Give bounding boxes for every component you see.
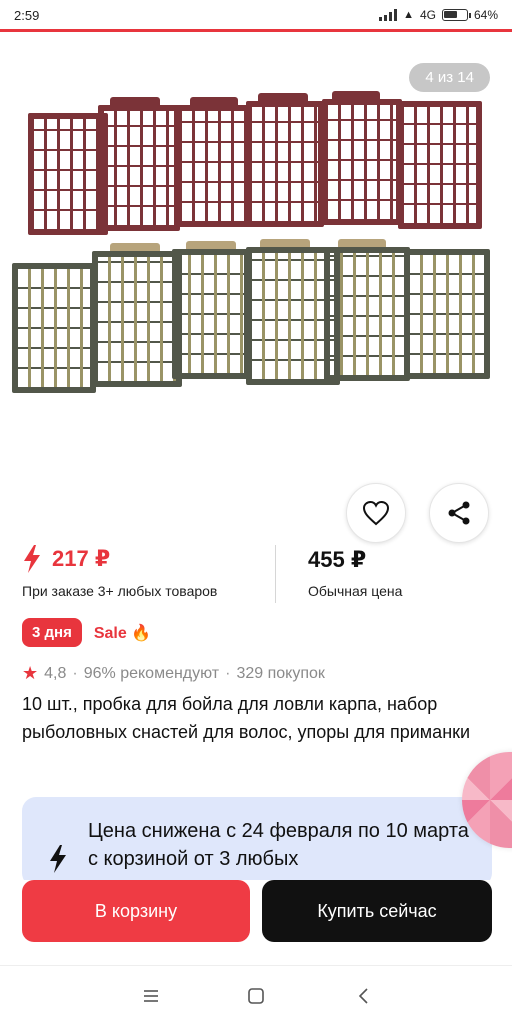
rig-card-red-2	[98, 105, 180, 231]
sale-price: 217 ₽	[22, 545, 110, 573]
add-to-cart-button[interactable]: В корзину	[22, 880, 250, 942]
purchases-text: 329 покупок	[236, 664, 325, 682]
rig-card-red-1	[28, 113, 108, 235]
promo-card[interactable]: Цена снижена с 24 февраля по 10 марта с …	[22, 797, 492, 887]
rig-card-red-3	[176, 105, 252, 227]
gallery-counter: 4 из 14	[409, 63, 490, 92]
home-square-icon[interactable]	[244, 984, 268, 1008]
rating-row[interactable]: ★ 4,8 · 96% рекомендуют · 329 покупок	[22, 663, 325, 684]
heart-icon	[362, 500, 390, 526]
favorite-button[interactable]	[346, 483, 406, 543]
product-title: 10 шт., пробка для бойла для ловли карпа…	[22, 694, 471, 742]
separator: ·	[72, 664, 78, 682]
lightning-icon	[50, 845, 66, 873]
rig-card-red-5	[322, 99, 402, 225]
lightning-icon	[24, 545, 40, 573]
status-time: 2:59	[14, 8, 40, 23]
recommend-text: 96% рекомендуют	[83, 664, 220, 682]
sale-price-note: При заказе 3+ любых товаров	[22, 583, 218, 599]
rig-card-red-4	[246, 101, 324, 227]
badges: 3 дня Sale 🔥	[22, 618, 151, 647]
menu-icon[interactable]	[139, 984, 163, 1008]
product-image[interactable]: 4 из 14	[0, 35, 512, 475]
rig-card-red-6	[398, 101, 482, 229]
price-divider	[275, 545, 276, 603]
status-bar: 2:59 ▲ 4G 64%	[0, 0, 512, 32]
rig-card-green-1	[12, 263, 96, 393]
rig-card-green-2	[92, 251, 182, 387]
promo-text: Цена снижена с 24 февраля по 10 марта с …	[88, 820, 469, 870]
sale-badge: Sale 🔥	[93, 624, 152, 642]
price-block: 217 ₽ При заказе 3+ любых товаров 455 ₽ …	[22, 545, 492, 605]
action-bar: В корзину Купить сейчас	[0, 880, 512, 960]
battery-icon	[441, 9, 471, 21]
separator: ·	[225, 664, 231, 682]
rig-card-green-3	[172, 249, 250, 379]
share-button[interactable]	[429, 483, 489, 543]
rig-card-green-5	[324, 247, 410, 381]
share-icon	[448, 501, 470, 525]
sale-price-value: 217 ₽	[52, 546, 111, 571]
rig-card-green-6	[404, 249, 490, 379]
signal-icon	[379, 9, 398, 21]
battery-percent: 64%	[473, 8, 498, 22]
regular-price-value: 455 ₽	[308, 547, 367, 572]
star-icon: ★	[22, 663, 39, 683]
days-badge: 3 дня	[22, 618, 82, 647]
status-indicators: ▲ 4G 64%	[379, 8, 498, 22]
back-chevron-icon[interactable]	[352, 984, 376, 1008]
wifi-icon: ▲	[403, 9, 414, 21]
system-nav-bar	[0, 965, 512, 1024]
network-type: 4G	[419, 8, 436, 22]
buy-now-button[interactable]: Купить сейчас	[262, 880, 492, 942]
regular-price-note: Обычная цена	[308, 583, 403, 599]
rating-value: 4,8	[44, 664, 67, 682]
